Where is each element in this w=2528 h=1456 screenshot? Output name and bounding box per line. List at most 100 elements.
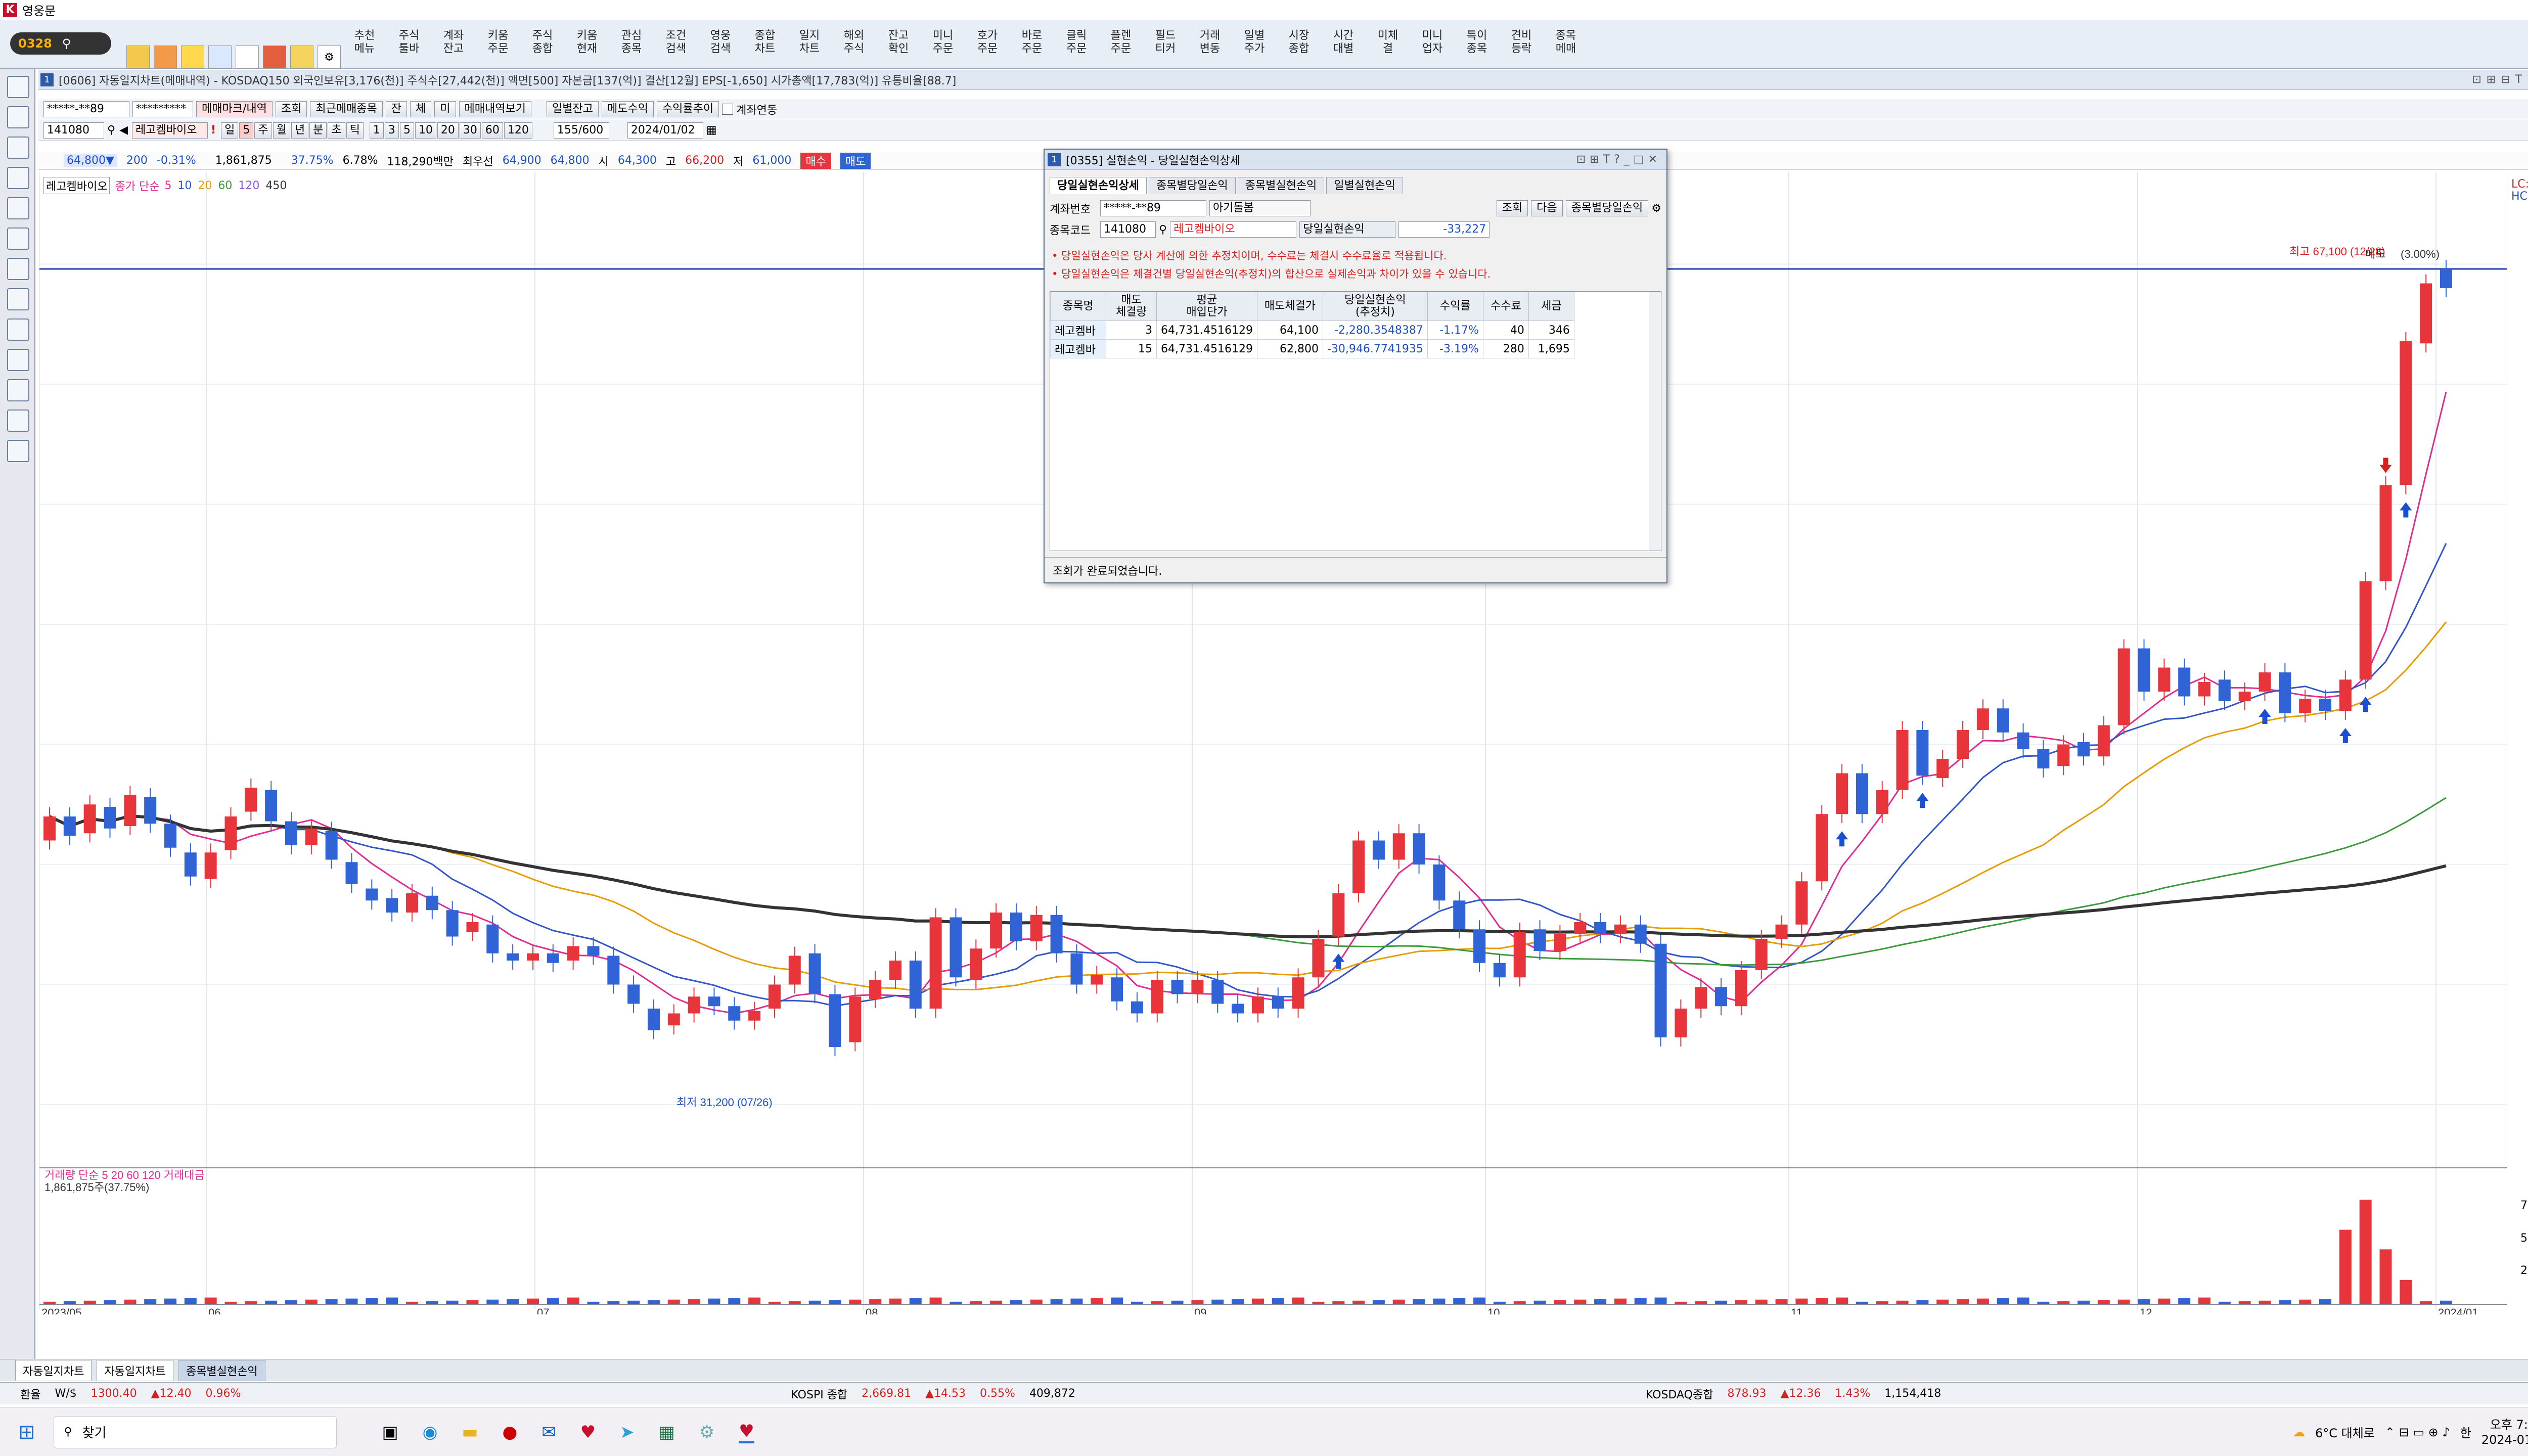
range-button-3[interactable]: 10 xyxy=(415,122,436,139)
table-row[interactable]: 레고켐바 3 64,731.4516129 64,100 -2,280.3548387-… xyxy=(1050,321,1574,340)
mi-button[interactable]: 미 xyxy=(434,101,456,117)
period-button-3[interactable]: 월 xyxy=(273,122,290,139)
record-icon[interactable]: ● xyxy=(502,1422,517,1442)
task-view-icon[interactable]: ▣ xyxy=(382,1422,398,1442)
table-row[interactable]: 레고켐바 15 64,731.4516129 62,800 -30,946.774193… xyxy=(1050,339,1574,358)
lock-icon[interactable] xyxy=(181,46,204,69)
menu-item-0[interactable]: 추천 메뉴 xyxy=(344,25,385,65)
menu-item-12[interactable]: 잔고 확인 xyxy=(878,25,919,65)
col-header-1[interactable]: 매도 체결량 xyxy=(1106,292,1157,321)
period-button-1[interactable]: 5 xyxy=(239,122,254,139)
range-button-7[interactable]: 120 xyxy=(504,122,532,139)
speaker-icon[interactable]: ◀ xyxy=(119,124,128,136)
window-tab-3[interactable]: 종목별실현손익 xyxy=(178,1359,265,1381)
kiwoom-icon[interactable]: ♥ xyxy=(580,1422,596,1442)
pencil-icon[interactable] xyxy=(7,288,29,310)
calendar-icon[interactable]: ▦ xyxy=(706,124,717,136)
toolbar-icon-6[interactable] xyxy=(263,46,286,69)
period-button-2[interactable]: 주 xyxy=(254,122,272,139)
circle-icon[interactable] xyxy=(7,379,29,401)
telegram-icon[interactable]: ➤ xyxy=(620,1422,635,1442)
col-header-4[interactable]: 당일실현손익 (추정치) xyxy=(1322,292,1428,321)
menu-item-22[interactable]: 시간 대별 xyxy=(1323,25,1364,65)
network-icon[interactable]: ⚙ xyxy=(699,1422,714,1442)
edge-icon[interactable]: ◉ xyxy=(423,1422,438,1442)
recent-trades-button[interactable]: 최근메매종목 xyxy=(310,101,383,117)
tray-icons[interactable]: ⌃ ⊟ ▭ ⊕ ♪ xyxy=(2385,1425,2450,1439)
period-button-6[interactable]: 초 xyxy=(328,122,345,139)
profit-trend-button[interactable]: 수익률추이 xyxy=(656,101,719,117)
folder-icon[interactable] xyxy=(290,46,313,69)
date-field[interactable]: 2024/01/02 xyxy=(627,122,703,139)
menu-item-11[interactable]: 해외 주식 xyxy=(833,25,875,65)
sell-profit-button[interactable]: 메도수익 xyxy=(601,101,654,117)
box-icon[interactable] xyxy=(7,349,29,371)
clock[interactable]: 오후 7:39 2024-01-02 xyxy=(2481,1417,2528,1447)
menu-item-19[interactable]: 거래 변동 xyxy=(1189,25,1231,65)
col-header-2[interactable]: 평균 매입단가 xyxy=(1156,292,1257,321)
kiwoom-active-icon[interactable]: ♥ xyxy=(739,1421,754,1443)
trade-history-button[interactable]: 메매내역보기 xyxy=(459,101,531,117)
popup-tab-3[interactable]: 일별실현손익 xyxy=(1326,177,1403,194)
ime-indicator[interactable]: 한 xyxy=(2460,1423,2471,1441)
menu-item-13[interactable]: 미니 주문 xyxy=(922,25,964,65)
text-tool-icon[interactable] xyxy=(7,318,29,341)
horizontal-line-icon[interactable] xyxy=(7,167,29,189)
chart-type-icon[interactable] xyxy=(7,76,29,98)
menu-item-10[interactable]: 일지 차트 xyxy=(789,25,830,65)
range-button-4[interactable]: 20 xyxy=(437,122,459,139)
menu-item-4[interactable]: 주식 종합 xyxy=(522,25,563,65)
menu-item-17[interactable]: 플렌 주문 xyxy=(1100,25,1142,65)
account-link-checkbox[interactable] xyxy=(722,103,734,115)
menu-item-21[interactable]: 시장 종합 xyxy=(1278,25,1320,65)
daily-balance-button[interactable]: 일별잔고 xyxy=(547,101,599,117)
account-badge[interactable]: 0328 ⚲ xyxy=(10,32,111,55)
menu-item-6[interactable]: 관심 종목 xyxy=(611,25,652,65)
grid-scrollbar[interactable] xyxy=(1649,292,1661,551)
gear-icon[interactable]: ⚙ xyxy=(1651,202,1661,215)
alert-icon[interactable]: ! xyxy=(211,124,216,136)
menu-item-27[interactable]: 종목 메매 xyxy=(1545,25,1587,65)
search-icon[interactable]: ⚲ xyxy=(107,124,115,136)
taskbar-search[interactable]: ⚲ 찾기 xyxy=(53,1416,337,1448)
stock-name-field[interactable]: 레고켐바이오 xyxy=(132,122,208,139)
jan-button[interactable]: 잔 xyxy=(385,101,408,117)
sell-button[interactable]: 매도 xyxy=(840,152,871,169)
che-button[interactable]: 체 xyxy=(410,101,432,117)
menu-item-5[interactable]: 키움 현재 xyxy=(566,25,608,65)
range-button-1[interactable]: 3 xyxy=(384,122,399,139)
weather-icon[interactable]: ☁ xyxy=(2293,1425,2305,1439)
menu-item-7[interactable]: 조건 검색 xyxy=(655,25,697,65)
popup-window-controls[interactable]: ⊡⊞T?_□✕ xyxy=(1576,153,1661,166)
range-button-5[interactable]: 30 xyxy=(459,122,481,139)
menu-item-8[interactable]: 영웅 검색 xyxy=(700,25,741,65)
range-button-0[interactable]: 1 xyxy=(369,122,384,139)
popup-account-input[interactable]: *****-**89 xyxy=(1100,200,1206,216)
menu-item-18[interactable]: 필드 티커 xyxy=(1145,25,1186,65)
dropdown-icon[interactable] xyxy=(236,46,259,69)
window-controls[interactable]: ⊡⊞⊟T?_□✕ xyxy=(2472,73,2528,86)
zoom-icon[interactable] xyxy=(7,440,29,462)
popup-tab-1[interactable]: 종목별당일손익 xyxy=(1148,177,1236,194)
col-header-6[interactable]: 수수료 xyxy=(1482,292,1529,321)
menu-item-24[interactable]: 미니 업자 xyxy=(1412,25,1453,65)
mail-icon[interactable]: ✉ xyxy=(541,1422,556,1442)
popup-by-stock-button[interactable]: 종목별당일손익 xyxy=(1565,200,1649,216)
windows-start-icon[interactable]: ⊞ xyxy=(18,1421,35,1444)
menu-item-15[interactable]: 바로 주문 xyxy=(1011,25,1053,65)
menu-item-1[interactable]: 주식 툴바 xyxy=(388,25,430,65)
trend-line-icon[interactable] xyxy=(7,197,29,219)
col-header-5[interactable]: 수익률 xyxy=(1427,292,1483,321)
password-input[interactable]: ********* xyxy=(132,101,193,117)
menu-item-26[interactable]: 견비 등락 xyxy=(1501,25,1542,65)
gear-icon[interactable]: ⚙ xyxy=(318,46,341,69)
eraser-icon[interactable] xyxy=(7,258,29,280)
col-header-3[interactable]: 매도체결가 xyxy=(1256,292,1323,321)
popup-search-button[interactable]: 조회 xyxy=(1496,200,1528,216)
menu-item-16[interactable]: 클릭 주문 xyxy=(1056,25,1097,65)
period-button-5[interactable]: 분 xyxy=(309,122,327,139)
menu-item-14[interactable]: 호가 주문 xyxy=(967,25,1008,65)
flag-icon[interactable] xyxy=(208,46,232,69)
text-icon[interactable] xyxy=(7,228,29,250)
col-header-7[interactable]: 세금 xyxy=(1528,292,1574,321)
